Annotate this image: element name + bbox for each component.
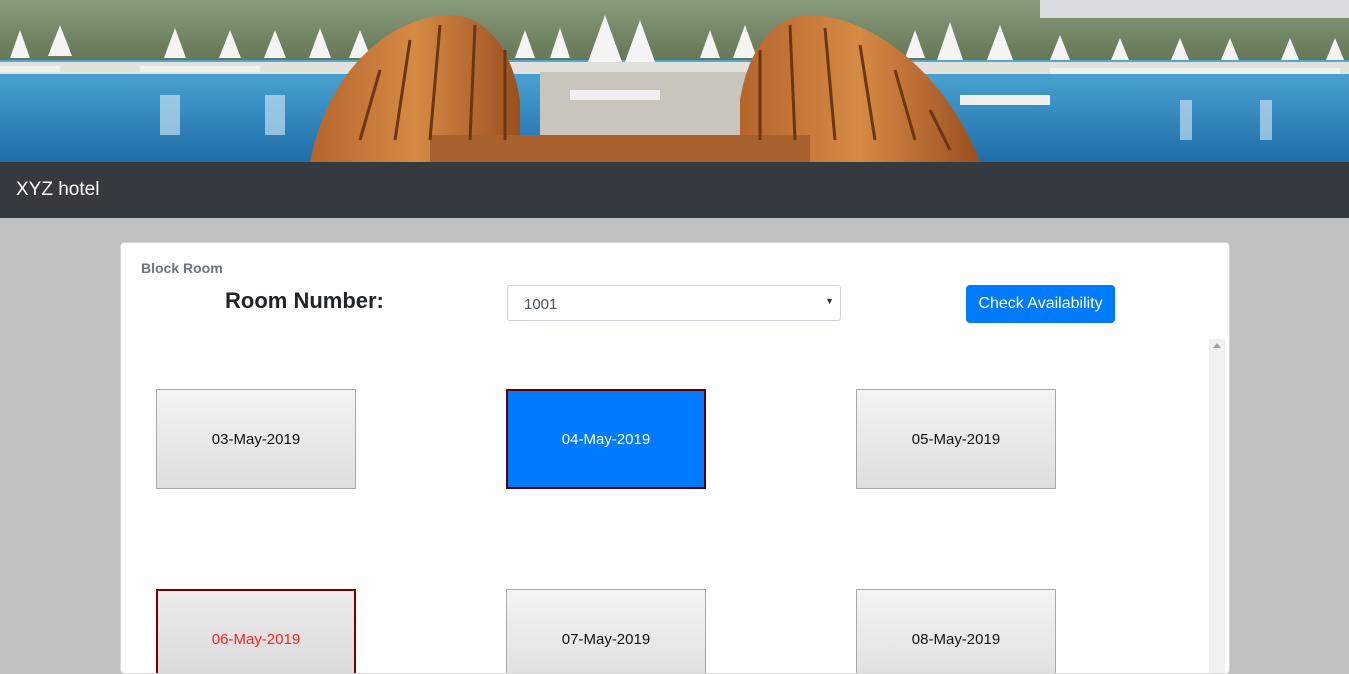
card-title: Block Room: [141, 260, 223, 276]
date-tile-selected[interactable]: 04-May-2019: [506, 389, 706, 489]
date-tile-label: 04-May-2019: [561, 430, 651, 448]
date-tile[interactable]: 07-May-2019: [506, 589, 706, 673]
date-tile-label: 03-May-2019: [211, 430, 301, 448]
room-number-select[interactable]: 1001 ▼: [507, 285, 841, 321]
brand-title[interactable]: XYZ hotel: [16, 179, 99, 201]
date-tile-label: 05-May-2019: [911, 430, 1001, 448]
date-tile-label: 08-May-2019: [911, 630, 1001, 648]
date-tile[interactable]: 08-May-2019: [856, 589, 1056, 673]
hotel-banner-image: [0, 0, 1349, 162]
date-tile[interactable]: 03-May-2019: [156, 389, 356, 489]
check-availability-button[interactable]: Check Availability: [966, 285, 1115, 323]
room-number-selected-value: 1001: [524, 296, 558, 313]
date-tile-label: 07-May-2019: [561, 630, 651, 648]
date-tile-blocked[interactable]: 06-May-2019: [156, 589, 356, 673]
dates-scroll-area[interactable]: 03-May-2019 04-May-2019 05-May-2019 06-M…: [137, 339, 1227, 673]
date-tile-label: 06-May-2019: [211, 630, 301, 648]
date-tile[interactable]: 05-May-2019: [856, 389, 1056, 489]
navbar: XYZ hotel: [0, 162, 1349, 218]
vertical-scrollbar[interactable]: [1209, 339, 1225, 673]
room-number-label: Room Number:: [225, 288, 384, 313]
chevron-down-icon: ▼: [825, 296, 834, 306]
block-room-card: Block Room Room Number: 1001 ▼ Check Ava…: [120, 242, 1230, 674]
scroll-up-arrow-icon[interactable]: [1213, 343, 1221, 348]
